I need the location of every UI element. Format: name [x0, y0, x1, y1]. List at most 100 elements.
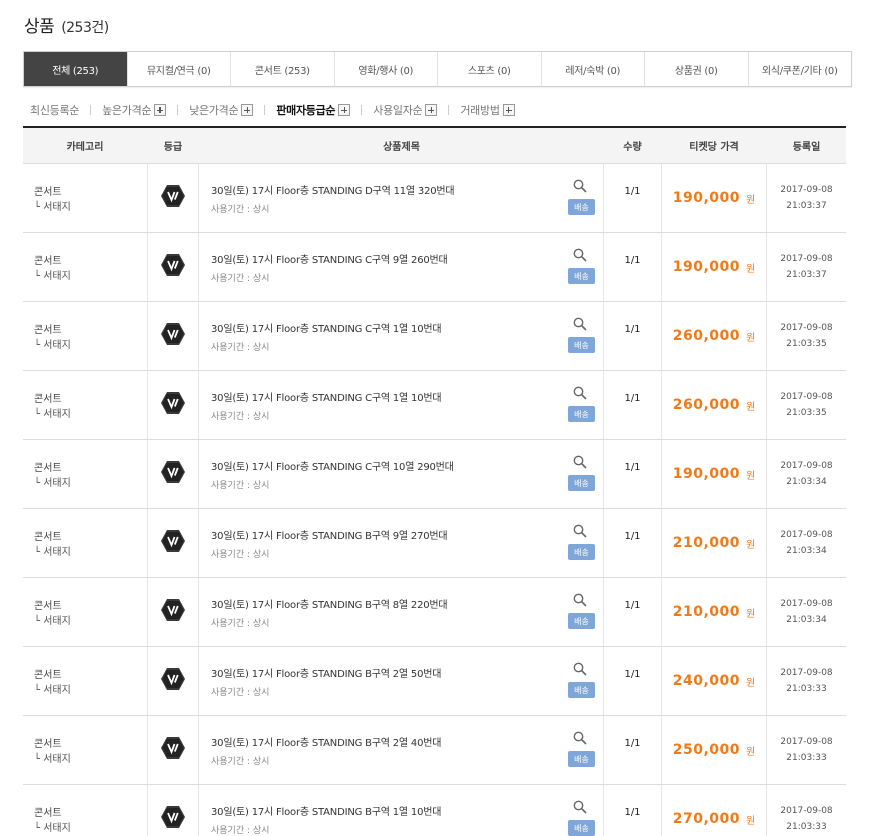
reg-date: 2017-09-08 [780, 806, 833, 816]
reg-time: 21:03:37 [786, 201, 827, 211]
category-sub: └ 서태지 [34, 409, 71, 420]
plus-icon[interactable] [241, 104, 254, 116]
vip-badge-icon [160, 460, 186, 488]
category-main: 콘서트 [34, 463, 62, 474]
table-row[interactable]: 콘서트 └ 서태지 30일(토) 17시 Floor층 STANDING C구역 1… [23, 440, 846, 509]
magnifier-icon[interactable] [573, 730, 587, 745]
table-row[interactable]: 콘서트 └ 서태지 30일(토) 17시 Floor층 STANDING C구역 1… [23, 371, 846, 440]
table-row[interactable]: 콘서트 └ 서태지 30일(토) 17시 Floor층 STANDING B구역 2… [23, 716, 846, 785]
magnifier-icon[interactable] [573, 385, 587, 400]
date-cell: 2017-09-08 21:03:37 [767, 233, 846, 301]
table-row[interactable]: 콘서트 └ 서태지 30일(토) 17시 Floor층 STANDING C구역 1… [23, 302, 846, 371]
shipping-badge: 배송 [568, 613, 595, 629]
category-main: 콘서트 [34, 394, 62, 405]
tab-0[interactable]: 전체 (253) [24, 52, 128, 86]
magnifier-icon[interactable] [573, 661, 587, 676]
title-cell: 30일(토) 17시 Floor층 STANDING B구역 1열 10번대 사용… [199, 785, 604, 836]
vip-badge-icon [160, 736, 186, 764]
magnifier-icon[interactable] [573, 247, 587, 262]
sort-option-3[interactable]: 판매자등급순 [276, 102, 351, 118]
category-cell: 콘서트 └ 서태지 [23, 785, 147, 836]
magnifier-icon[interactable] [573, 799, 587, 814]
category-cell: 콘서트 └ 서태지 [23, 578, 147, 646]
category-main: 콘서트 [34, 601, 62, 612]
sort-option-2[interactable]: 낮은가격순 [189, 102, 254, 118]
reg-date: 2017-09-08 [780, 392, 833, 402]
table-row[interactable]: 콘서트 └ 서태지 30일(토) 17시 Floor층 STANDING B구역 9… [23, 509, 846, 578]
currency-unit: 원 [746, 608, 756, 620]
product-title-link[interactable]: 30일(토) 17시 Floor층 STANDING C구역 1열 10번대 [211, 320, 442, 335]
usage-period: 사용기간 : 상시 [211, 550, 270, 560]
table-header: 카테고리 등급 상품제목 수량 티켓당 가격 등록일 [23, 126, 846, 164]
sort-option-0[interactable]: 최신등록순 [30, 102, 79, 118]
tab-3[interactable]: 영화/행사 (0) [335, 52, 438, 86]
grade-cell [147, 302, 199, 370]
price-cell: 260,000 원 [661, 302, 767, 370]
header-title: 상품제목 [383, 142, 420, 153]
product-title-link[interactable]: 30일(토) 17시 Floor층 STANDING B구역 8열 220번대 [211, 596, 448, 611]
ticket-price: 260,000 [672, 397, 741, 413]
reg-date: 2017-09-08 [780, 530, 833, 540]
price-cell: 270,000 원 [661, 785, 767, 836]
plus-icon[interactable] [502, 104, 515, 116]
table-row[interactable]: 콘서트 └ 서태지 30일(토) 17시 Floor층 STANDING B구역 2… [23, 647, 846, 716]
tab-6[interactable]: 상품권 (0) [645, 52, 749, 86]
plus-icon[interactable] [154, 104, 167, 116]
product-title-link[interactable]: 30일(토) 17시 Floor층 STANDING C구역 1열 10번대 [211, 389, 442, 404]
reg-time: 21:03:37 [786, 270, 827, 280]
qty-cell: 1/1 [624, 669, 641, 680]
qty-cell: 1/1 [624, 186, 641, 197]
magnifier-icon[interactable] [573, 523, 587, 538]
shipping-badge: 배송 [568, 751, 595, 767]
table-row[interactable]: 콘서트 └ 서태지 30일(토) 17시 Floor층 STANDING B구역 8… [23, 578, 846, 647]
category-sub: └ 서태지 [34, 616, 71, 627]
magnifier-icon[interactable] [573, 454, 587, 469]
product-title-link[interactable]: 30일(토) 17시 Floor층 STANDING B구역 2열 40번대 [211, 734, 441, 749]
usage-period: 사용기간 : 상시 [211, 481, 270, 491]
sort-option-4[interactable]: 사용일자순 [373, 102, 438, 118]
product-title-link[interactable]: 30일(토) 17시 Floor층 STANDING D구역 11열 320번대 [211, 182, 455, 197]
reg-time: 21:03:33 [786, 822, 827, 832]
product-title-link[interactable]: 30일(토) 17시 Floor층 STANDING C구역 10열 290번대 [211, 458, 454, 473]
grade-cell [147, 578, 199, 646]
product-title-link[interactable]: 30일(토) 17시 Floor층 STANDING B구역 1열 10번대 [211, 803, 441, 818]
product-count: (253건) [61, 20, 109, 36]
reg-date: 2017-09-08 [780, 461, 833, 471]
product-title-link[interactable]: 30일(토) 17시 Floor층 STANDING B구역 9열 270번대 [211, 527, 448, 542]
vip-badge-icon [160, 529, 186, 557]
category-main: 콘서트 [34, 739, 62, 750]
tab-4[interactable]: 스포츠 (0) [438, 52, 542, 86]
plus-icon[interactable] [338, 104, 351, 116]
price-cell: 210,000 원 [661, 509, 767, 577]
price-cell: 240,000 원 [661, 647, 767, 715]
table-row[interactable]: 콘서트 └ 서태지 30일(토) 17시 Floor층 STANDING C구역 9… [23, 233, 846, 302]
reg-date: 2017-09-08 [780, 254, 833, 264]
category-cell: 콘서트 └ 서태지 [23, 716, 147, 784]
magnifier-icon[interactable] [573, 178, 587, 193]
category-cell: 콘서트 └ 서태지 [23, 164, 147, 232]
grade-cell [147, 233, 199, 301]
shipping-badge: 배송 [568, 820, 595, 836]
magnifier-icon[interactable] [573, 316, 587, 331]
header-category: 카테고리 [66, 142, 104, 153]
tab-2[interactable]: 콘서트 (253) [231, 52, 335, 86]
magnifier-icon[interactable] [573, 592, 587, 607]
tab-7[interactable]: 외식/쿠폰/기타 (0) [749, 52, 852, 86]
plus-icon[interactable] [425, 104, 438, 116]
table-row[interactable]: 콘서트 └ 서태지 30일(토) 17시 Floor층 STANDING B구역 1… [23, 785, 846, 836]
sort-divider [177, 105, 179, 115]
sort-option-1[interactable]: 높은가격순 [102, 102, 167, 118]
category-cell: 콘서트 └ 서태지 [23, 509, 147, 577]
tab-1[interactable]: 뮤지컬/연극 (0) [128, 52, 231, 86]
table-row[interactable]: 콘서트 └ 서태지 30일(토) 17시 Floor층 STANDING D구역 1… [23, 164, 846, 233]
product-title-link[interactable]: 30일(토) 17시 Floor층 STANDING C구역 9열 260번대 [211, 251, 448, 266]
category-sub: └ 서태지 [34, 271, 71, 282]
grade-cell [147, 509, 199, 577]
sort-option-5[interactable]: 거래방법 [460, 102, 515, 118]
sort-label: 거래방법 [460, 104, 500, 117]
qty-cell: 1/1 [624, 462, 641, 473]
tab-5[interactable]: 레저/숙박 (0) [542, 52, 645, 86]
product-title-link[interactable]: 30일(토) 17시 Floor층 STANDING B구역 2열 50번대 [211, 665, 441, 680]
sort-label: 사용일자순 [373, 104, 423, 117]
grade-cell [147, 164, 199, 232]
